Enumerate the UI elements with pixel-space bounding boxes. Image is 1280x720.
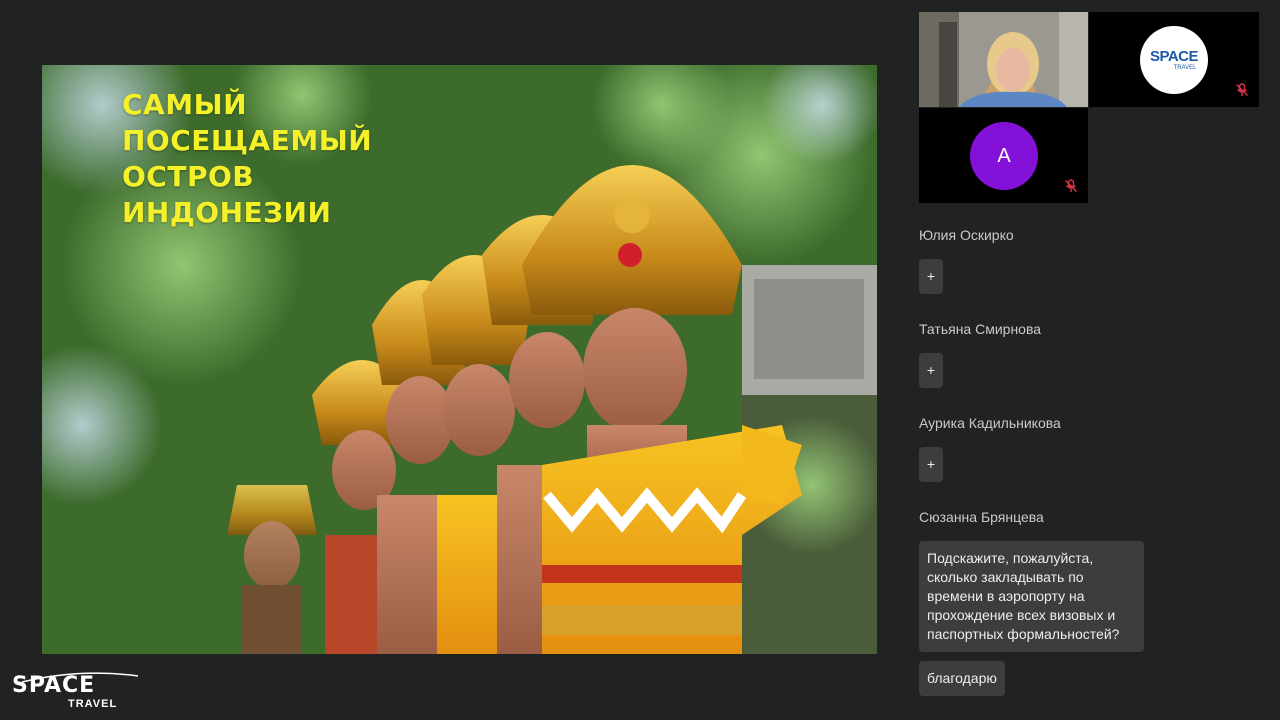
mic-off-icon xyxy=(1236,83,1248,96)
chat-message-author: Сюзанна Брянцева xyxy=(919,509,1044,525)
space-travel-logo: SPACE TRAVEL xyxy=(1140,26,1208,94)
mic-off-icon xyxy=(1065,179,1077,192)
presenter-video-tile[interactable] xyxy=(919,12,1088,107)
swoosh-icon xyxy=(21,672,139,683)
slide-title-line: ОСТРОВ xyxy=(122,160,255,193)
slide-title-line: ИНДОНЕЗИИ xyxy=(122,196,332,229)
chat-message-bubble: + xyxy=(919,353,943,388)
chat-message-bubble: + xyxy=(919,259,943,294)
space-travel-watermark: SPACE TRAVEL xyxy=(12,672,139,710)
slide-title-line: САМЫЙ xyxy=(122,88,248,121)
chat-message-bubble: благодарю xyxy=(919,661,1005,696)
slide-title-line: ПОСЕЩАЕМЫЙ xyxy=(122,124,373,157)
chat-message-author: Татьяна Смирнова xyxy=(919,321,1042,337)
logo-text-space: SPACE xyxy=(1149,47,1199,65)
shared-slide: САМЫЙ ПОСЕЩАЕМЫЙ ОСТРОВ ИНДОНЕЗИИ xyxy=(42,65,877,654)
chat-message-author: Аурика Кадильникова xyxy=(919,415,1061,431)
logo-text-travel: TRAVEL xyxy=(1173,64,1197,71)
presenter-video xyxy=(919,12,1088,107)
chat-message-author: Юлия Оскирко xyxy=(919,227,1014,243)
brand-sub: TRAVEL xyxy=(68,698,118,710)
participant-video-tile[interactable]: A xyxy=(919,108,1088,203)
chat-message-bubble: + xyxy=(919,447,943,482)
avatar: A xyxy=(970,122,1038,190)
meeting-window: САМЫЙ ПОСЕЩАЕМЫЙ ОСТРОВ ИНДОНЕЗИИ SPACE … xyxy=(0,0,1280,720)
chat-message-bubble: Подскажите, пожалуйста, сколько закладыв… xyxy=(919,541,1144,652)
slide-title: САМЫЙ ПОСЕЩАЕМЫЙ ОСТРОВ ИНДОНЕЗИИ xyxy=(122,87,462,231)
space-travel-video-tile[interactable]: SPACE TRAVEL xyxy=(1089,12,1259,107)
